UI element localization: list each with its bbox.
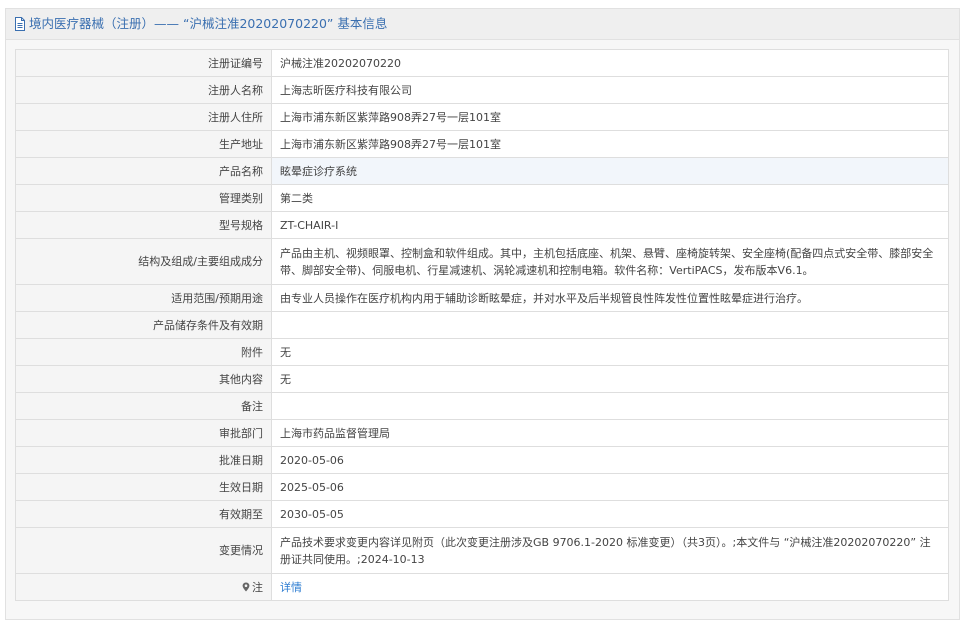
table-row: 产品储存条件及有效期 [15, 311, 949, 339]
row-label: 注册人住所 [15, 103, 272, 131]
panel-header: 境内医疗器械（注册）—— “沪械注准20202070220” 基本信息 [6, 9, 959, 40]
table-row: 附件 无 [15, 338, 949, 366]
row-value: 2030-05-05 [271, 500, 949, 528]
note-label: 注 [252, 580, 263, 594]
table-row: 产品名称 眩晕症诊疗系统 [15, 157, 949, 185]
row-value: 上海市浦东新区紫萍路908弄27号一层101室 [271, 130, 949, 158]
row-label: 生效日期 [15, 473, 272, 501]
row-value [271, 311, 949, 339]
row-label: 批准日期 [15, 446, 272, 474]
row-value: 上海市浦东新区紫萍路908弄27号一层101室 [271, 103, 949, 131]
row-value: 无 [271, 365, 949, 393]
row-value: 上海市药品监督管理局 [271, 419, 949, 447]
table-row: 适用范围/预期用途 由专业人员操作在医疗机构内用于辅助诊断眩晕症，并对水平及后半… [15, 284, 949, 312]
row-value: 2025-05-06 [271, 473, 949, 501]
row-label: 其他内容 [15, 365, 272, 393]
table-row: 有效期至 2030-05-05 [15, 500, 949, 528]
row-value: ZT-CHAIR-I [271, 211, 949, 239]
location-pin-icon [242, 582, 250, 592]
row-label: 注册人名称 [15, 76, 272, 104]
row-value: 第二类 [271, 184, 949, 212]
table-row: 管理类别 第二类 [15, 184, 949, 212]
table-row: 批准日期 2020-05-06 [15, 446, 949, 474]
table-row: 生效日期 2025-05-06 [15, 473, 949, 501]
row-label: 有效期至 [15, 500, 272, 528]
table-row: 结构及组成/主要组成成分 产品由主机、视频眼罩、控制盒和软件组成。其中，主机包括… [15, 238, 949, 285]
document-icon [14, 17, 26, 31]
table-row: 其他内容 无 [15, 365, 949, 393]
row-label: 结构及组成/主要组成成分 [15, 238, 272, 285]
table-row: 型号规格 ZT-CHAIR-I [15, 211, 949, 239]
row-label: 变更情况 [15, 527, 272, 574]
row-label: 产品名称 [15, 157, 272, 185]
row-label: 生产地址 [15, 130, 272, 158]
table-row: 注册人住所 上海市浦东新区紫萍路908弄27号一层101室 [15, 103, 949, 131]
row-value: 产品技术要求变更内容详见附页（此次变更注册涉及GB 9706.1-2020 标准… [271, 527, 949, 574]
page-title: 境内医疗器械（注册）—— “沪械注准20202070220” 基本信息 [29, 16, 388, 31]
row-label: 管理类别 [15, 184, 272, 212]
table-row: 审批部门 上海市药品监督管理局 [15, 419, 949, 447]
row-value [271, 392, 949, 420]
row-value: 由专业人员操作在医疗机构内用于辅助诊断眩晕症，并对水平及后半规管良性阵发性位置性… [271, 284, 949, 312]
row-label: 备注 [15, 392, 272, 420]
table-row: 变更情况 产品技术要求变更内容详见附页（此次变更注册涉及GB 9706.1-20… [15, 527, 949, 574]
row-label: 产品储存条件及有效期 [15, 311, 272, 339]
table-row: 注册证编号 沪械注准20202070220 [15, 49, 949, 77]
registration-info-panel: 境内医疗器械（注册）—— “沪械注准20202070220” 基本信息 注册证编… [5, 8, 960, 620]
row-label: 适用范围/预期用途 [15, 284, 272, 312]
note-label-cell: 注 [15, 573, 272, 601]
row-value: 眩晕症诊疗系统 [271, 157, 949, 185]
registration-table: 注册证编号 沪械注准20202070220 注册人名称 上海志昕医疗科技有限公司… [15, 49, 949, 601]
row-value: 产品由主机、视频眼罩、控制盒和软件组成。其中，主机包括底座、机架、悬臂、座椅旋转… [271, 238, 949, 285]
row-label: 审批部门 [15, 419, 272, 447]
table-row: 生产地址 上海市浦东新区紫萍路908弄27号一层101室 [15, 130, 949, 158]
row-value: 沪械注准20202070220 [271, 49, 949, 77]
row-label: 注册证编号 [15, 49, 272, 77]
details-link[interactable]: 详情 [280, 581, 302, 594]
table-row: 备注 [15, 392, 949, 420]
row-value: 2020-05-06 [271, 446, 949, 474]
row-value: 无 [271, 338, 949, 366]
row-label: 型号规格 [15, 211, 272, 239]
table-row: 注册人名称 上海志昕医疗科技有限公司 [15, 76, 949, 104]
note-value-cell: 详情 [271, 573, 949, 601]
row-value: 上海志昕医疗科技有限公司 [271, 76, 949, 104]
row-label: 附件 [15, 338, 272, 366]
note-row: 注 详情 [15, 573, 949, 601]
